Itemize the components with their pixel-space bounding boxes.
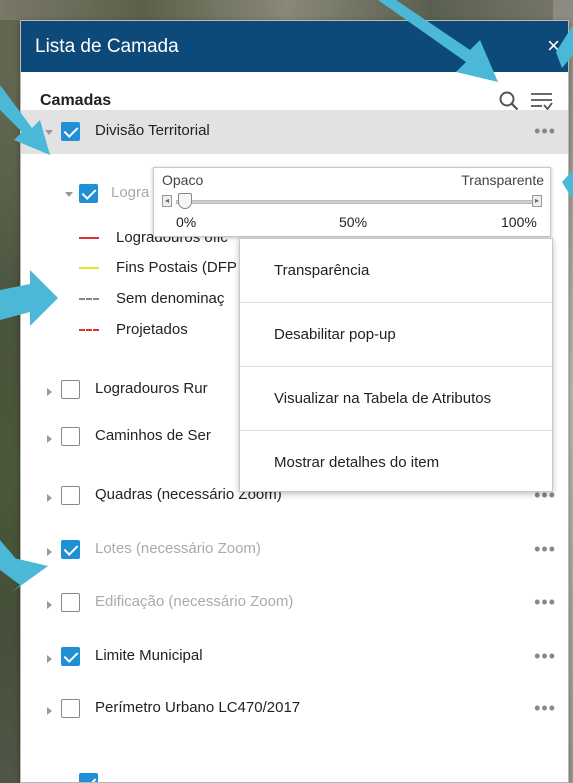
annotation-arrows — [0, 0, 573, 592]
arrow-to-search-icon — [378, 0, 498, 82]
arrow-to-right-edge — [562, 170, 573, 200]
arrow-to-filter-icon — [556, 25, 573, 68]
arrow-to-division — [0, 85, 50, 155]
arrow-to-lotes — [0, 540, 48, 592]
arrow-to-legend — [0, 270, 58, 326]
